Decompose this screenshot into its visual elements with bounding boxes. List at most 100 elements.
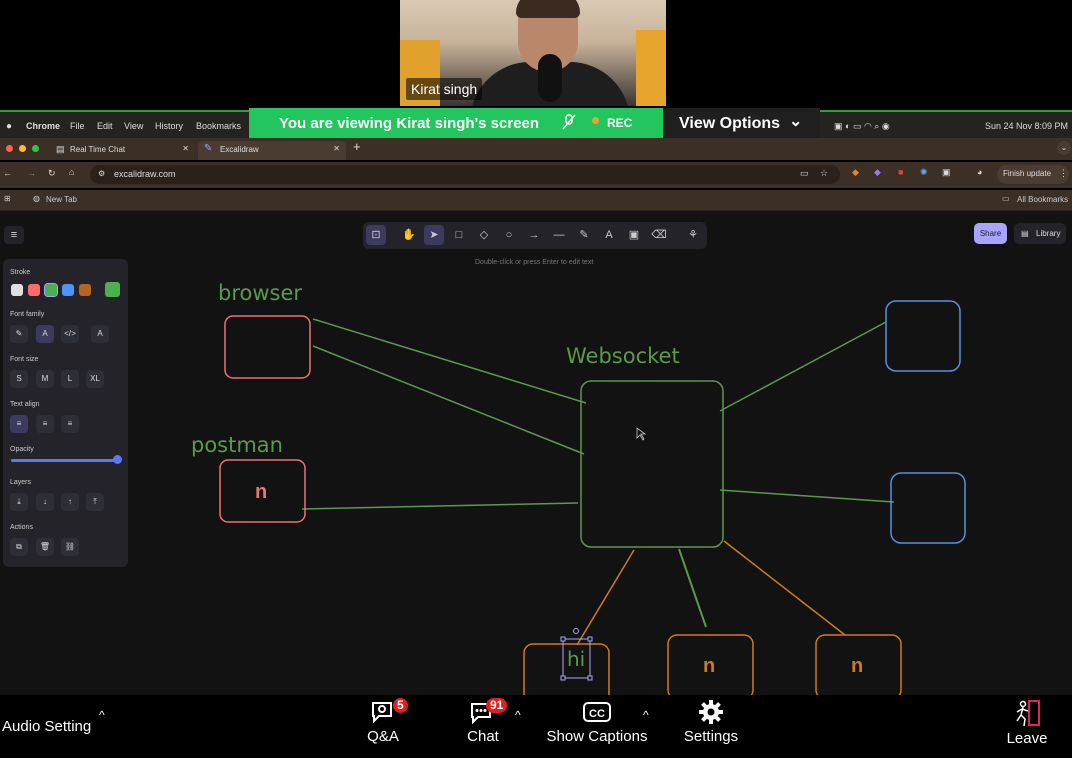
tab-title: Excalidraw bbox=[220, 145, 259, 154]
rec-dot-icon bbox=[592, 117, 599, 124]
connection-line[interactable] bbox=[301, 502, 579, 510]
tab-favicon-icon: ▤ bbox=[56, 144, 65, 154]
forward-arrow-icon[interactable]: → bbox=[27, 168, 36, 178]
menu-view[interactable]: View bbox=[124, 121, 143, 131]
chevron-up-icon[interactable]: ^ bbox=[99, 708, 105, 722]
menu-history[interactable]: History bbox=[155, 121, 183, 131]
url-field[interactable]: ⚙ excalidraw.com ▭ ☆ bbox=[90, 165, 840, 184]
menu-bookmarks[interactable]: Bookmarks bbox=[196, 121, 241, 131]
client-box[interactable] bbox=[885, 300, 961, 372]
tab-favicon-icon: ✎ bbox=[204, 143, 213, 154]
site-info-icon[interactable]: ⚙ bbox=[98, 169, 105, 178]
viewing-text: You are viewing Kirat singh's screen bbox=[279, 115, 540, 132]
extension-icon[interactable]: ■ bbox=[898, 167, 903, 177]
finish-update-label: Finish update bbox=[1003, 169, 1052, 178]
resize-handle[interactable] bbox=[587, 675, 593, 681]
microphone bbox=[538, 54, 562, 102]
browser-address-bar: ← → ↻ ⌂ ⚙ excalidraw.com ▭ ☆ ◆ ◆ ■ ✺ ▣ ◕… bbox=[0, 162, 1072, 188]
excalidraw-canvas[interactable]: ≡ ⊡ ✋ ➤ □ ◇ ○ → — ✎ A ▣ ⌫ ⚘ Double-click… bbox=[0, 211, 1072, 695]
resize-handle[interactable] bbox=[560, 675, 566, 681]
background-shape bbox=[636, 30, 666, 106]
bookmarks-bar: ⊞ ◍ New Tab ▭ All Bookmarks bbox=[0, 190, 1072, 211]
window-close-icon[interactable] bbox=[6, 145, 13, 152]
leave-door-icon bbox=[1016, 700, 1040, 727]
extension-metamask-icon[interactable]: ◆ bbox=[852, 167, 859, 178]
window-minimize-icon[interactable] bbox=[19, 145, 26, 152]
extension-icon[interactable]: ▣ bbox=[942, 167, 951, 178]
apple-icon[interactable]: ● bbox=[6, 121, 12, 132]
menu-edit[interactable]: Edit bbox=[97, 121, 113, 131]
chevron-up-icon[interactable]: ^ bbox=[515, 708, 521, 722]
finish-update-button[interactable]: Finish update ⋮ bbox=[997, 165, 1069, 184]
all-bookmarks[interactable]: All Bookmarks bbox=[1017, 195, 1068, 204]
connection-line[interactable] bbox=[576, 549, 635, 646]
speaker-hair bbox=[516, 0, 580, 18]
bookmark-globe-icon: ◍ bbox=[33, 194, 40, 203]
extension-icon[interactable]: ◆ bbox=[874, 167, 881, 178]
label-websocket[interactable]: Websocket bbox=[566, 344, 680, 368]
chat-label: Chat bbox=[467, 728, 499, 745]
label-browser[interactable]: browser bbox=[218, 281, 302, 305]
tab-search-chevron-icon[interactable]: ⌄ bbox=[1057, 141, 1071, 155]
extension-react-icon[interactable]: ✺ bbox=[920, 167, 928, 178]
client-box[interactable] bbox=[890, 472, 966, 544]
leave-button[interactable]: Leave bbox=[1003, 699, 1051, 747]
tab-title: Real Time Chat bbox=[70, 145, 126, 154]
bookmark-star-icon[interactable]: ☆ bbox=[820, 168, 828, 179]
resize-handle[interactable] bbox=[587, 636, 593, 642]
connection-line[interactable] bbox=[719, 321, 887, 412]
reload-icon[interactable]: ↻ bbox=[48, 168, 56, 179]
connection-line[interactable] bbox=[719, 489, 895, 503]
chevron-down-icon: ⌄ bbox=[789, 113, 803, 130]
chevron-up-icon[interactable]: ^ bbox=[643, 708, 649, 722]
browser-tab-bar: ▤ Real Time Chat ✕ ✎ Excalidraw ✕ + ⌄ bbox=[0, 138, 1072, 160]
qa-label: Q&A bbox=[367, 728, 399, 745]
mouse-cursor-icon bbox=[636, 427, 647, 441]
menu-file[interactable]: File bbox=[70, 121, 85, 131]
meeting-controls-bar: Audio Setting ^ Q&A 5 Chat 91 ^ CC Show … bbox=[0, 695, 1072, 758]
more-vert-icon: ⋮ bbox=[1059, 168, 1068, 178]
menu-app-name[interactable]: Chrome bbox=[26, 121, 60, 131]
postman-box-text[interactable]: n bbox=[255, 481, 267, 504]
window-maximize-icon[interactable] bbox=[32, 145, 39, 152]
connection-line[interactable] bbox=[723, 540, 846, 636]
rotate-handle[interactable] bbox=[573, 628, 579, 634]
label-postman[interactable]: postman bbox=[191, 433, 283, 457]
home-icon[interactable]: ⌂ bbox=[69, 167, 74, 177]
leave-label: Leave bbox=[1006, 730, 1048, 747]
back-arrow-icon[interactable]: ← bbox=[3, 168, 12, 178]
view-options-button[interactable]: View Options ⌄ bbox=[663, 108, 820, 138]
new-tab-plus-icon[interactable]: + bbox=[353, 139, 361, 154]
show-captions-button[interactable]: CC Show Captions bbox=[545, 698, 649, 745]
connection-line[interactable] bbox=[312, 318, 587, 404]
tab-real-time-chat[interactable]: ▤ Real Time Chat ✕ bbox=[50, 141, 195, 160]
rec-label: REC bbox=[607, 116, 633, 130]
tab-close-icon[interactable]: ✕ bbox=[333, 144, 340, 153]
audio-setting-button[interactable]: Audio Setting bbox=[2, 718, 91, 735]
speaker-video-tile[interactable]: Kirat singh bbox=[400, 0, 666, 106]
connection-line[interactable] bbox=[312, 345, 585, 455]
url-text: excalidraw.com bbox=[114, 169, 176, 179]
n-box-text[interactable]: n bbox=[703, 655, 715, 678]
apps-grid-icon[interactable]: ⊞ bbox=[4, 194, 11, 203]
profile-avatar-icon[interactable]: ◕ bbox=[977, 167, 982, 177]
tab-close-icon[interactable]: ✕ bbox=[182, 144, 189, 153]
browser-box[interactable] bbox=[224, 315, 311, 379]
diagram-drawing[interactable] bbox=[0, 211, 1072, 695]
resize-handle[interactable] bbox=[560, 636, 566, 642]
qa-badge: 5 bbox=[393, 698, 408, 713]
bookmark-new-tab[interactable]: New Tab bbox=[46, 195, 77, 204]
cc-icon: CC bbox=[583, 702, 611, 722]
cast-icon[interactable]: ▭ bbox=[800, 168, 809, 179]
connection-line[interactable] bbox=[678, 548, 707, 628]
hi-text[interactable]: hi bbox=[567, 647, 585, 671]
settings-button[interactable]: Settings bbox=[680, 698, 742, 745]
tab-excalidraw[interactable]: ✎ Excalidraw ✕ bbox=[198, 141, 346, 160]
status-icons: ▣ ◐ ▭ ◠ ⌕ ◉ bbox=[834, 121, 890, 131]
gear-icon bbox=[699, 700, 723, 724]
n-box-text[interactable]: n bbox=[851, 655, 863, 678]
websocket-box[interactable] bbox=[580, 380, 724, 548]
show-captions-label: Show Captions bbox=[546, 728, 648, 745]
participant-name: Kirat singh bbox=[406, 78, 483, 100]
muted-mic-icon bbox=[562, 114, 576, 134]
